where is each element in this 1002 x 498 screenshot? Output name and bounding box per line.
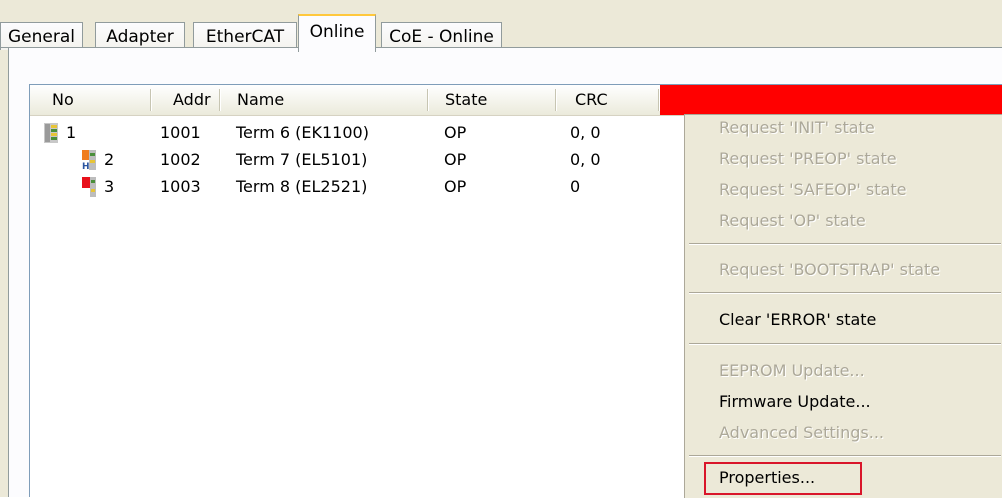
- tab-general[interactable]: General: [0, 22, 83, 50]
- menu-item-clear-error[interactable]: Clear 'ERROR' state: [719, 307, 876, 333]
- tab-adapter[interactable]: Adapter: [95, 22, 185, 50]
- tab-online[interactable]: Online: [298, 14, 376, 52]
- row-crc: 0: [570, 177, 581, 196]
- coupler-icon: [44, 123, 58, 143]
- row-addr: 1003: [160, 177, 201, 196]
- row-no: 2: [104, 150, 115, 169]
- row-state: OP: [444, 123, 467, 142]
- menu-item-request-preop[interactable]: Request 'PREOP' state: [719, 146, 897, 172]
- header-overlay: [660, 85, 1002, 115]
- menu-item-request-bootstrap[interactable]: Request 'BOOTSTRAP' state: [719, 257, 940, 283]
- table-row[interactable]: 1 1001 Term 6 (EK1100) OP 0, 0: [30, 119, 690, 147]
- menu-separator: [689, 455, 1001, 457]
- menu-item-request-init[interactable]: Request 'INIT' state: [719, 115, 875, 141]
- output-terminal-icon: [82, 177, 96, 197]
- column-header-crc[interactable]: CRC: [575, 85, 608, 115]
- list-header: No Addr Name State CRC: [30, 85, 1002, 116]
- column-header-no[interactable]: No: [52, 85, 74, 115]
- column-divider[interactable]: [219, 89, 221, 111]
- row-name: Term 7 (EL5101): [236, 150, 368, 169]
- row-name: Term 6 (EK1100): [236, 123, 369, 142]
- properties-highlight-box: [704, 462, 862, 495]
- table-row[interactable]: 3 1003 Term 8 (EL2521) OP 0: [30, 173, 690, 201]
- row-crc: 0, 0: [570, 123, 601, 142]
- tab-coe-online[interactable]: CoE - Online: [381, 22, 502, 50]
- column-header-name[interactable]: Name: [237, 85, 284, 115]
- context-menu: Request 'INIT' state Request 'PREOP' sta…: [684, 114, 1002, 498]
- svg-text:H: H: [82, 162, 90, 170]
- encoder-terminal-icon: H: [82, 150, 96, 172]
- menu-item-firmware-update[interactable]: Firmware Update...: [719, 389, 871, 415]
- column-divider[interactable]: [427, 89, 429, 111]
- column-header-state[interactable]: State: [445, 85, 487, 115]
- menu-separator: [689, 292, 1001, 294]
- menu-separator: [689, 343, 1001, 345]
- row-no: 3: [104, 177, 115, 196]
- row-name: Term 8 (EL2521): [236, 177, 368, 196]
- row-state: OP: [444, 177, 467, 196]
- menu-separator: [689, 243, 1001, 245]
- row-addr: 1002: [160, 150, 201, 169]
- column-header-addr[interactable]: Addr: [173, 85, 211, 115]
- row-state: OP: [444, 150, 467, 169]
- tab-ethercat[interactable]: EtherCAT: [193, 22, 297, 50]
- column-divider[interactable]: [150, 89, 152, 111]
- menu-item-request-op[interactable]: Request 'OP' state: [719, 208, 866, 234]
- tab-strip: General Adapter EtherCAT Online CoE - On…: [0, 12, 1002, 52]
- row-no: 1: [66, 123, 77, 142]
- table-row[interactable]: H 2 1002 Term 7 (EL5101) OP 0, 0: [30, 146, 690, 174]
- row-addr: 1001: [160, 123, 201, 142]
- row-crc: 0, 0: [570, 150, 601, 169]
- column-divider[interactable]: [555, 89, 557, 111]
- menu-item-advanced-settings[interactable]: Advanced Settings...: [719, 420, 884, 446]
- menu-item-request-safeop[interactable]: Request 'SAFEOP' state: [719, 177, 906, 203]
- menu-item-eeprom-update[interactable]: EEPROM Update...: [719, 358, 865, 384]
